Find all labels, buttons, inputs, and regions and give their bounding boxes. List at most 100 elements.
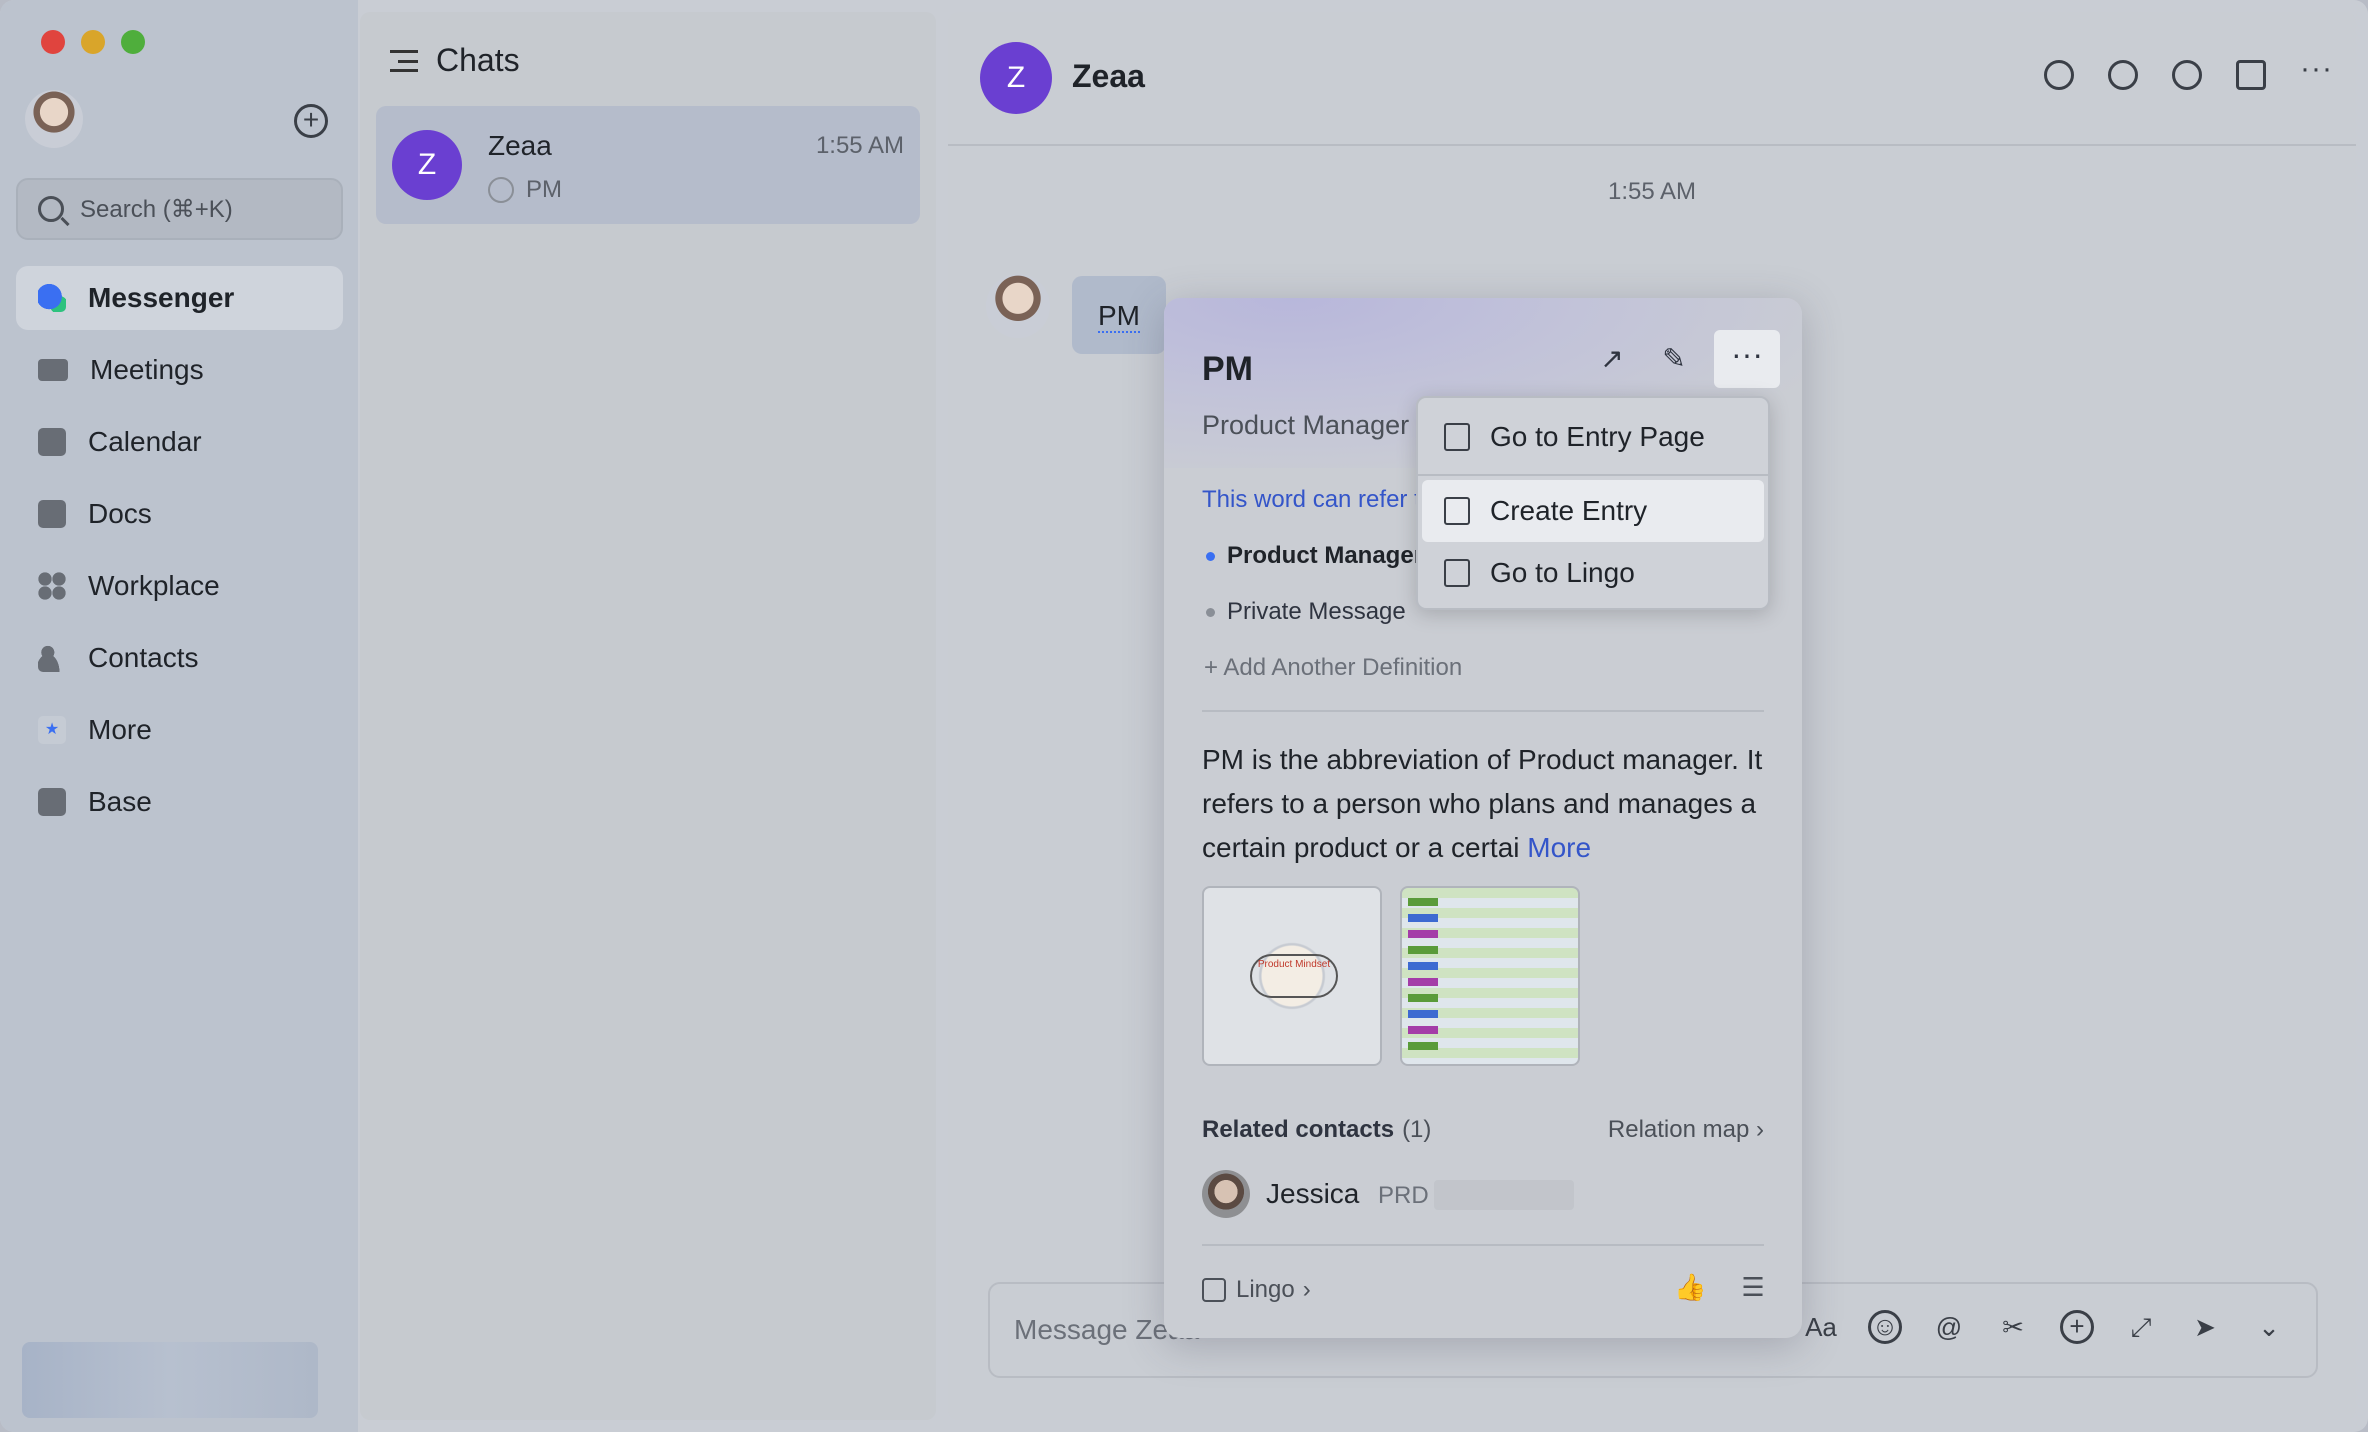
add-attachment-icon[interactable]: + (2060, 1310, 2094, 1344)
feedback-icon[interactable]: ☰ (1738, 1272, 1768, 1302)
related-contacts-heading: Related contacts (1) (1202, 1116, 1431, 1144)
lingo-icon (1202, 1278, 1226, 1302)
lingo-footer-link[interactable]: Lingo › (1202, 1276, 1311, 1304)
sidebar-item-meetings[interactable]: Meetings (16, 338, 343, 402)
avatar[interactable] (1202, 1170, 1250, 1218)
chat-name: Zeaa (488, 130, 552, 161)
footer-label: Lingo (1236, 1276, 1295, 1303)
collapse-list-icon[interactable] (390, 49, 418, 72)
definition-item[interactable]: Product Manager (1206, 542, 1423, 570)
search-bar[interactable]: Search (⌘+K) (16, 178, 343, 240)
add-member-icon[interactable] (2172, 60, 2202, 90)
more-options-menu: Go to Entry Page Create Entry Go to Ling… (1416, 396, 1770, 610)
sidebar-item-base[interactable]: Base (16, 770, 343, 834)
definition-note: This word can refer to (1202, 486, 1435, 513)
more-options-icon[interactable]: ··· (2300, 54, 2332, 90)
profile-avatar[interactable] (25, 90, 83, 148)
divider (1202, 1244, 1764, 1246)
chevron-down-icon[interactable]: ⌄ (2252, 1310, 2286, 1344)
term-subtitle: Product Manager (1202, 410, 1410, 440)
grid-icon (38, 572, 66, 600)
more-options-icon[interactable]: ··· (1714, 330, 1780, 388)
minimize-window-button[interactable] (81, 30, 105, 54)
sidebar-item-label: Messenger (88, 282, 235, 313)
time-separator: 1:55 AM (1607, 178, 1697, 205)
screenshot-scissors-icon[interactable]: ✂ (1996, 1310, 2030, 1344)
calendar-icon[interactable] (2236, 60, 2266, 90)
chat-list-panel: Chats Z Zeaa 1:55 AM PM (360, 12, 936, 1420)
bullet-dot-icon (1206, 551, 1215, 561)
menu-item-label: Create Entry (1490, 495, 1648, 526)
bullet-dot-icon (1206, 607, 1215, 617)
edit-pencil-icon[interactable]: ✎ (1652, 337, 1696, 381)
add-circle-icon[interactable]: + (294, 104, 328, 138)
phone-call-icon[interactable] (2108, 60, 2138, 90)
base-table-icon (38, 788, 66, 816)
sender-avatar[interactable] (986, 274, 1050, 338)
chevron-right-icon: › (1302, 1276, 1311, 1303)
sidebar-item-docs[interactable]: Docs (16, 482, 343, 546)
menu-item-label: Go to Entry Page (1490, 421, 1705, 452)
sidebar-item-contacts[interactable]: Contacts (16, 626, 343, 690)
text-format-icon[interactable]: Aa (1804, 1310, 1838, 1344)
thumbnail-cloud: Product Mindset (1250, 954, 1338, 998)
avatar[interactable]: Z (980, 42, 1052, 114)
left-sidebar: + Search (⌘+K) Messenger Meetings Calend… (0, 0, 358, 1432)
chat-time: 1:55 AM (815, 132, 904, 159)
menu-item-go-to-lingo[interactable]: Go to Lingo (1422, 542, 1764, 604)
term-description: PM is the abbreviation of Product manage… (1202, 738, 1767, 870)
image-thumbnail[interactable]: Product Mindset (1202, 886, 1382, 1066)
image-thumbnail[interactable] (1400, 886, 1580, 1066)
video-camera-icon (38, 359, 68, 381)
message-text[interactable]: PM (1098, 300, 1140, 333)
avatar: Z (392, 130, 462, 200)
header-actions: ··· (2044, 54, 2332, 90)
bookmark-page-icon (1444, 423, 1470, 451)
send-icon[interactable]: ➤ (2188, 1310, 2222, 1344)
chat-search-icon[interactable] (2044, 60, 2074, 90)
divider (1202, 710, 1764, 712)
sidebar-item-label: Calendar (88, 426, 202, 457)
sidebar-item-label: Contacts (88, 642, 199, 673)
thumbs-up-icon[interactable]: 👍 (1674, 1272, 1706, 1302)
chats-header: Chats (390, 42, 520, 79)
share-icon[interactable]: ↗ (1590, 337, 1634, 381)
sidebar-item-calendar[interactable]: Calendar (16, 410, 343, 474)
contacts-icon (38, 644, 66, 672)
composer-tools: Aa ☺ @ ✂ + ⤢ ➤ ⌄ (1804, 1310, 2286, 1344)
definition-label: Private Message (1227, 598, 1406, 625)
expand-icon[interactable]: ⤢ (2124, 1310, 2158, 1344)
contact-tag: PRD (1378, 1182, 1429, 1209)
chevron-right-icon: › (1756, 1116, 1764, 1143)
menu-item-go-to-entry-page[interactable]: Go to Entry Page (1422, 406, 1764, 468)
zoom-window-button[interactable] (121, 30, 145, 54)
mention-icon[interactable]: @ (1932, 1310, 1966, 1344)
status-ring-icon (488, 177, 514, 203)
sidebar-item-messenger[interactable]: Messenger (16, 266, 343, 330)
sidebar-item-workplace[interactable]: Workplace (16, 554, 343, 618)
sidebar-banner[interactable] (22, 1342, 318, 1418)
sidebar-item-label: Base (88, 786, 152, 817)
definition-item[interactable]: Private Message (1206, 598, 1406, 626)
add-definition-link[interactable]: + Add Another Definition (1204, 654, 1462, 682)
menu-item-create-entry[interactable]: Create Entry (1422, 480, 1764, 542)
conversation-header: Z Zeaa ··· (948, 12, 2356, 146)
related-count: (1) (1402, 1116, 1432, 1143)
emoji-icon[interactable]: ☺ (1868, 1310, 1902, 1344)
chats-title: Chats (436, 42, 520, 78)
sidebar-item-more[interactable]: ★ More (16, 698, 343, 762)
search-icon (38, 196, 64, 222)
relation-map-link[interactable]: Relation map › (1608, 1116, 1764, 1144)
docs-icon (38, 500, 66, 528)
menu-item-label: Go to Lingo (1490, 557, 1635, 588)
close-window-button[interactable] (41, 30, 65, 54)
message-bubble[interactable]: PM (1072, 276, 1166, 354)
more-link[interactable]: More (1527, 832, 1591, 863)
chat-item-zeaa[interactable]: Z Zeaa 1:55 AM PM (376, 106, 920, 224)
calendar-icon (38, 428, 66, 456)
term-title: PM (1202, 350, 1253, 388)
conversation-title[interactable]: Zeaa (1072, 58, 1145, 95)
contact-name[interactable]: Jessica (1266, 1178, 1359, 1210)
sidebar-item-label: Docs (88, 498, 152, 529)
menu-divider (1418, 474, 1768, 476)
